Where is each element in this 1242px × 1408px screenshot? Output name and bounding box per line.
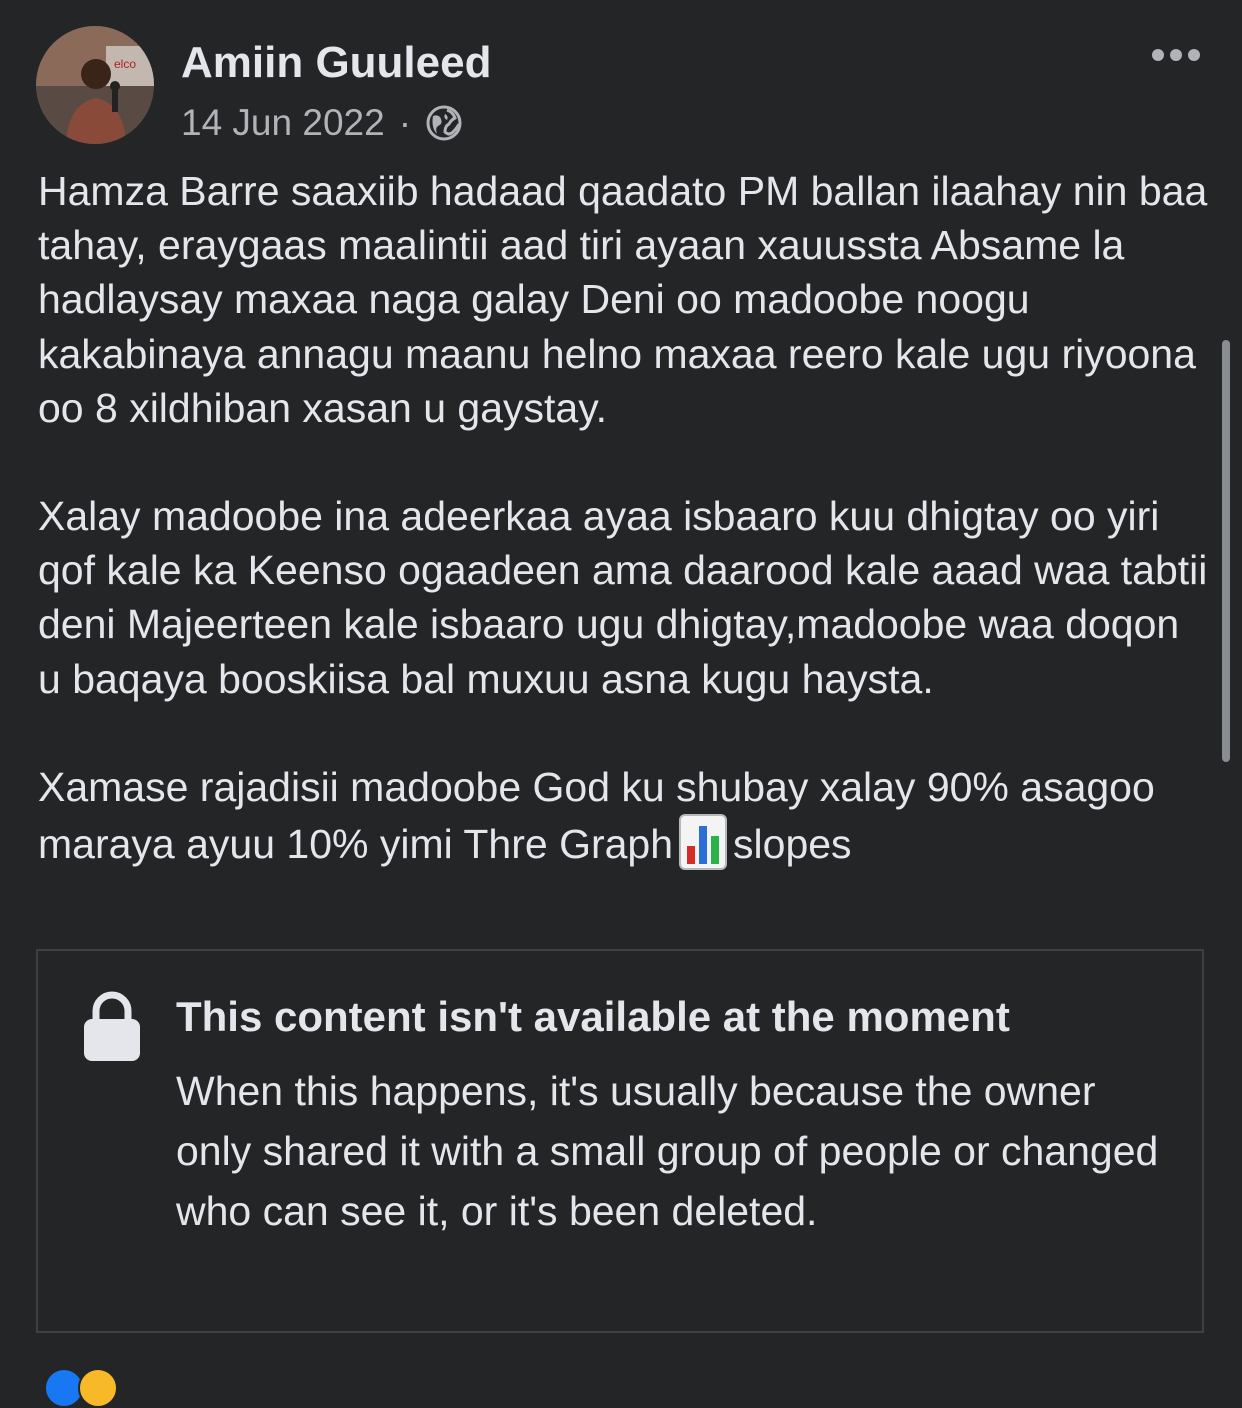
author-name[interactable]: Amiin Guuleed: [181, 38, 491, 88]
post-meta: 14 Jun 2022 ·: [181, 100, 463, 146]
unavailable-description: When this happens, it's usually because …: [176, 1068, 1159, 1234]
post-paragraph: Xalay madoobe ina adeerkaa ayaa isbaaro …: [38, 493, 1208, 702]
more-options-icon: [1152, 49, 1200, 61]
post-date[interactable]: 14 Jun 2022: [181, 102, 385, 144]
post-paragraph: Hamza Barre saaxiib hadaad qaadato PM ba…: [38, 168, 1208, 431]
more-options-button[interactable]: [1146, 40, 1206, 70]
globe-icon: [425, 104, 463, 142]
post-paragraph: Xamase rajadisii madoobe God ku shubay x…: [38, 760, 1208, 871]
bar-chart-emoji-icon: [679, 814, 728, 871]
post-paragraph-text: slopes: [733, 821, 852, 868]
haha-reaction-icon: [78, 1368, 118, 1408]
svg-text:elco: elco: [114, 57, 136, 71]
lock-icon: [84, 991, 140, 1061]
author-avatar[interactable]: elco: [36, 26, 154, 144]
scrollbar-thumb[interactable]: [1222, 340, 1230, 762]
reactions-summary[interactable]: [44, 1368, 118, 1408]
post-header: elco Amiin Guuleed 14 Jun 2022 ·: [36, 26, 1206, 146]
unavailable-title: This content isn't available at the mome…: [176, 993, 1010, 1040]
post-body: Hamza Barre saaxiib hadaad qaadato PM ba…: [38, 164, 1208, 871]
post-paragraph-text: Xamase rajadisii madoobe God ku shubay x…: [38, 763, 1155, 868]
meta-separator: ·: [398, 102, 412, 143]
unavailable-content-card[interactable]: This content isn't available at the mome…: [36, 949, 1204, 1333]
